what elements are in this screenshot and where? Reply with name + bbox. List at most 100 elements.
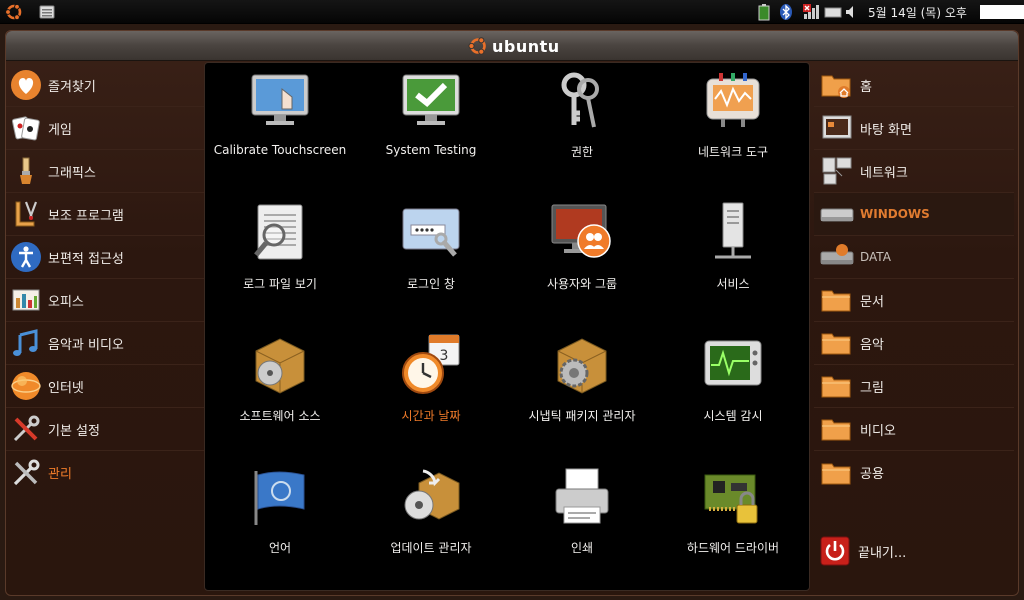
volume-icon[interactable]	[844, 3, 858, 21]
app-system-monitor[interactable]: 시스템 감시	[658, 333, 808, 424]
category-preferences[interactable]: 기본 설정	[6, 408, 206, 451]
category-accessories[interactable]: 보조 프로그램	[6, 193, 206, 236]
keys-icon	[561, 72, 599, 128]
app-services[interactable]: 서비스	[658, 201, 808, 292]
app-update-manager[interactable]: 업데이트 관리자	[356, 465, 506, 556]
category-favorites[interactable]: 즐겨찾기	[6, 64, 206, 107]
app-printing[interactable]: 인쇄	[507, 465, 657, 556]
app-label: System Testing	[385, 143, 477, 157]
category-office[interactable]: 오피스	[6, 279, 206, 322]
app-language[interactable]: 언어	[205, 465, 355, 556]
place-videos[interactable]: 비디오	[814, 408, 1014, 451]
app-label: 권한	[570, 145, 594, 159]
app-label: Calibrate Touchscreen	[213, 143, 347, 157]
network-icon	[822, 157, 852, 185]
app-label: 시스템 감시	[703, 409, 763, 423]
app-calibrate-touchscreen[interactable]: Calibrate Touchscreen	[205, 69, 355, 157]
synaptic-icon	[557, 338, 607, 394]
category-label: 기본 설정	[48, 423, 100, 439]
category-label: 인터넷	[48, 380, 84, 396]
place-pictures[interactable]: 그림	[814, 365, 1014, 408]
place-network[interactable]: 네트워크	[814, 150, 1014, 193]
place-windows-drive[interactable]: WINDOWS	[814, 193, 1014, 236]
category-internet[interactable]: 인터넷	[6, 365, 206, 408]
place-label: 비디오	[860, 423, 896, 439]
clock-redaction	[980, 5, 1024, 19]
category-graphics[interactable]: 그래픽스	[6, 150, 206, 193]
app-label: 업데이트 관리자	[390, 541, 472, 555]
place-data-drive[interactable]: DATA	[814, 236, 1014, 279]
office-icon	[12, 289, 40, 311]
app-network-tools[interactable]: 네트워크 도구	[658, 69, 808, 160]
app-grid: Calibrate Touchscreen System Testing 권한 …	[204, 62, 810, 591]
app-software-sources[interactable]: 소프트웨어 소스	[205, 333, 355, 424]
category-label: 즐겨찾기	[48, 79, 96, 95]
drive-icon	[820, 208, 854, 222]
app-system-testing[interactable]: System Testing	[356, 69, 506, 157]
battery-icon[interactable]	[756, 3, 772, 21]
app-label: 하드웨어 드라이버	[686, 541, 780, 555]
app-permissions[interactable]: 권한	[507, 69, 657, 160]
checkmark-monitor-icon	[402, 74, 460, 125]
app-label: 서비스	[716, 277, 750, 291]
globe-icon	[11, 372, 41, 400]
category-multimedia[interactable]: 음악과 비디오	[6, 322, 206, 365]
app-users-groups[interactable]: 사용자와 그룹	[507, 201, 657, 292]
folder-icon	[821, 290, 851, 312]
home-folder-icon	[821, 75, 851, 98]
app-label: 소프트웨어 소스	[239, 409, 321, 423]
quit-label: 끝내기...	[858, 545, 907, 561]
app-label: 시간과 날짜	[401, 409, 461, 423]
ubuntu-brand-text: ubuntu	[492, 36, 560, 56]
folder-icon	[821, 463, 851, 484]
place-desktop[interactable]: 바탕 화면	[814, 107, 1014, 150]
ubuntu-menu-icon[interactable]	[4, 3, 24, 21]
keyboard-icon[interactable]	[824, 3, 842, 21]
top-panel: 5월 14일 (목) 오후	[0, 0, 1024, 24]
place-home[interactable]: 홈	[814, 64, 1014, 107]
place-documents[interactable]: 문서	[814, 279, 1014, 322]
ubuntu-logo-icon	[468, 37, 486, 55]
accessibility-icon	[11, 242, 41, 272]
music-icon	[13, 329, 38, 356]
folder-icon	[821, 376, 851, 398]
software-sources-icon	[255, 338, 305, 394]
place-public[interactable]: 공용	[814, 451, 1014, 494]
place-label: 그림	[860, 380, 884, 396]
app-hardware-drivers[interactable]: 하드웨어 드라이버	[658, 465, 808, 556]
users-groups-icon	[551, 204, 611, 258]
bluetooth-icon[interactable]	[778, 3, 794, 21]
svg-text:3: 3	[440, 348, 449, 364]
folder-icon	[821, 419, 851, 441]
app-label: 언어	[268, 541, 292, 555]
power-icon	[820, 536, 850, 566]
category-list: 즐겨찾기 게임 그래픽스 보조 프로그램 보편적 접근성 오피스 음악과 비디오…	[6, 64, 206, 494]
app-time-and-date[interactable]: 3 시간과 날짜	[356, 333, 506, 424]
place-label: 홈	[860, 79, 872, 95]
category-accessibility[interactable]: 보편적 접근성	[6, 236, 206, 279]
place-label: 바탕 화면	[860, 122, 912, 138]
app-login-window[interactable]: 로그인 창	[356, 201, 506, 292]
app-log-viewer[interactable]: 로그 파일 보기	[205, 201, 355, 292]
category-administration[interactable]: 관리	[6, 451, 206, 494]
clock[interactable]: 5월 14일 (목) 오후	[868, 4, 967, 21]
place-music[interactable]: 음악	[814, 322, 1014, 365]
app-label: 인쇄	[570, 541, 594, 555]
category-label: 오피스	[48, 294, 84, 310]
drive-icon	[820, 244, 854, 265]
language-flag-icon	[254, 471, 305, 525]
category-label: 보편적 접근성	[48, 251, 124, 267]
show-desktop-icon[interactable]	[38, 3, 56, 21]
category-label: 보조 프로그램	[48, 208, 124, 224]
tools-icon	[15, 201, 38, 227]
network-status-icon[interactable]	[802, 3, 822, 21]
quit-button[interactable]: 끝내기...	[820, 536, 906, 566]
preferences-icon	[13, 415, 40, 442]
hardware-drivers-icon	[704, 474, 758, 524]
app-label: 사용자와 그룹	[546, 277, 618, 291]
category-games[interactable]: 게임	[6, 107, 206, 150]
category-label: 관리	[48, 467, 72, 482]
heart-icon	[11, 70, 41, 100]
touchscreen-icon	[251, 74, 309, 125]
app-synaptic[interactable]: 시냅틱 패키지 관리자	[507, 333, 657, 424]
